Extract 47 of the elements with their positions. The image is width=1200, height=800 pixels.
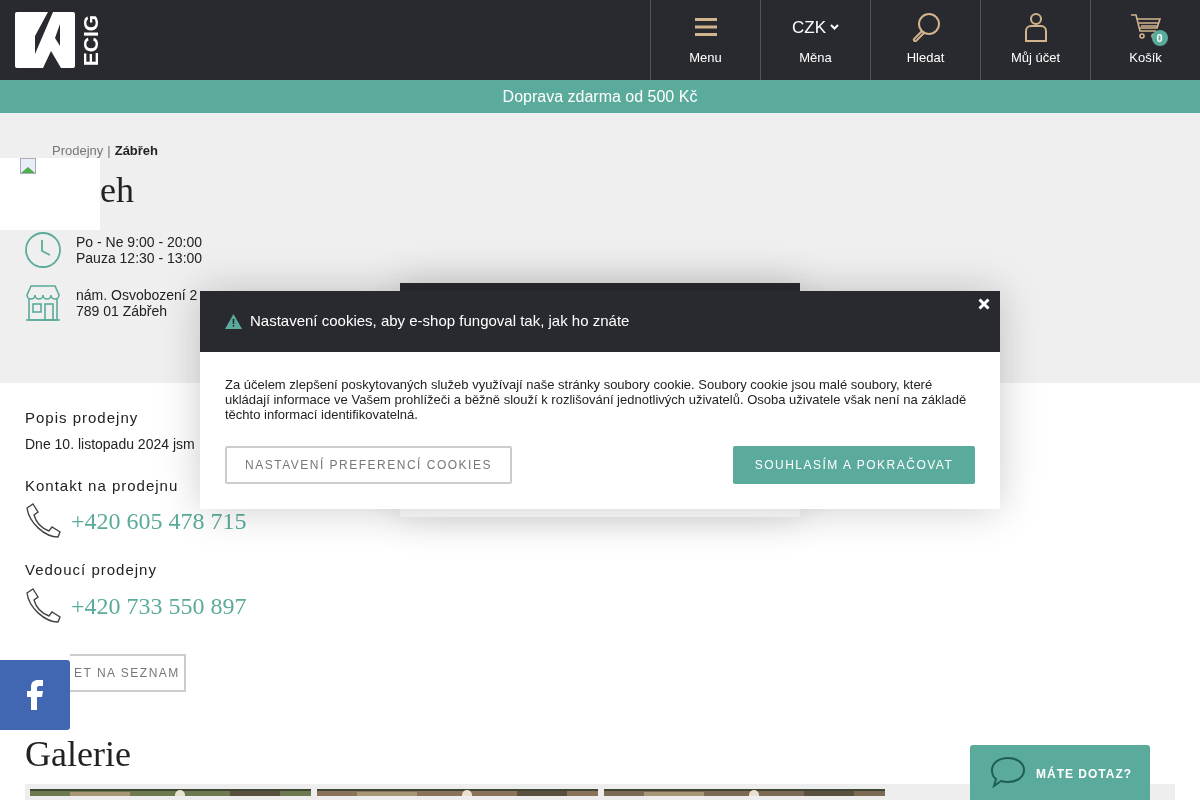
speech-bubble-icon [990, 756, 1026, 788]
address-line: 789 01 Zábřeh [76, 303, 169, 319]
chevron-down-icon [830, 24, 839, 31]
broken-image-icon [20, 158, 36, 174]
opening-hours: Pauza 12:30 - 13:00 [76, 250, 203, 266]
breadcrumb-link[interactable]: Prodejny [52, 144, 104, 158]
cart-icon [1129, 13, 1162, 42]
gallery-heading: Galerie [25, 732, 131, 776]
phone-link[interactable]: +420 733 550 897 [71, 587, 247, 624]
search-icon [910, 12, 941, 43]
nav-label: Košík [1129, 49, 1162, 68]
page-heading: eh [100, 170, 135, 210]
menu-icon [694, 17, 717, 38]
currency-value: CZK [792, 16, 826, 39]
close-icon [978, 298, 990, 310]
clock-icon [25, 232, 61, 268]
warning-icon [225, 314, 242, 329]
nav-label: Hledat [906, 49, 945, 68]
user-icon [1023, 12, 1048, 43]
nav-label: Měna [799, 49, 832, 68]
description-text: Dne 10. listopadu 2024 jsm [25, 434, 195, 454]
accept-button[interactable]: SOUHLASÍM A POKRAČOVAT [733, 446, 975, 484]
opening-hours: Po - Ne 9:00 - 20:00 [76, 234, 203, 250]
logo-icon[interactable] [15, 12, 75, 68]
promo-bar: Doprava zdarma od 500 Kč [0, 80, 1200, 113]
section-title: Popis prodejny [25, 408, 139, 428]
dialog-text: Za účelem zlepšení poskytovaných služeb využívají naše stránky soubory cookie. Soubory cookie jsou malé soubory, které ukládají informace ve Vašem prohlížeči a běžně slouží k rozlišování jednotlivých uživatelů. Osoba uživatele však není na základě těchto informací identifikovatelná. [225, 377, 968, 422]
nav-label: Můj účet [1010, 49, 1061, 68]
logo-text: ECIG [80, 14, 102, 66]
preferences-button[interactable]: NASTAVENÍ PREFERENCÍ COOKIES [225, 446, 512, 484]
address-line: nám. Osvobození 2 [76, 287, 198, 303]
cart-count-badge: 0 [1151, 30, 1168, 47]
chat-button[interactable]: MÁTE DOTAZ? [970, 745, 1150, 800]
breadcrumb-separator: | [107, 144, 111, 158]
shop-icon [25, 284, 61, 322]
dialog-title: Nastavení cookies, aby e-shop fungoval tak, jak ho znáte [250, 311, 630, 332]
phone-icon [25, 503, 61, 539]
phone-link[interactable]: +420 605 478 715 [71, 503, 247, 539]
facebook-button[interactable] [0, 660, 70, 730]
nav-label: Menu [689, 49, 722, 68]
facebook-icon [27, 680, 43, 710]
close-button[interactable] [976, 296, 992, 312]
phone-icon [25, 587, 61, 624]
back-to-list-button[interactable]: ET NA SEZNAM [70, 653, 186, 692]
section-title: Vedoucí prodejny [25, 560, 157, 580]
breadcrumb-current: Zábřeh [114, 144, 159, 158]
section-title: Kontakt na prodejnu [25, 475, 179, 496]
